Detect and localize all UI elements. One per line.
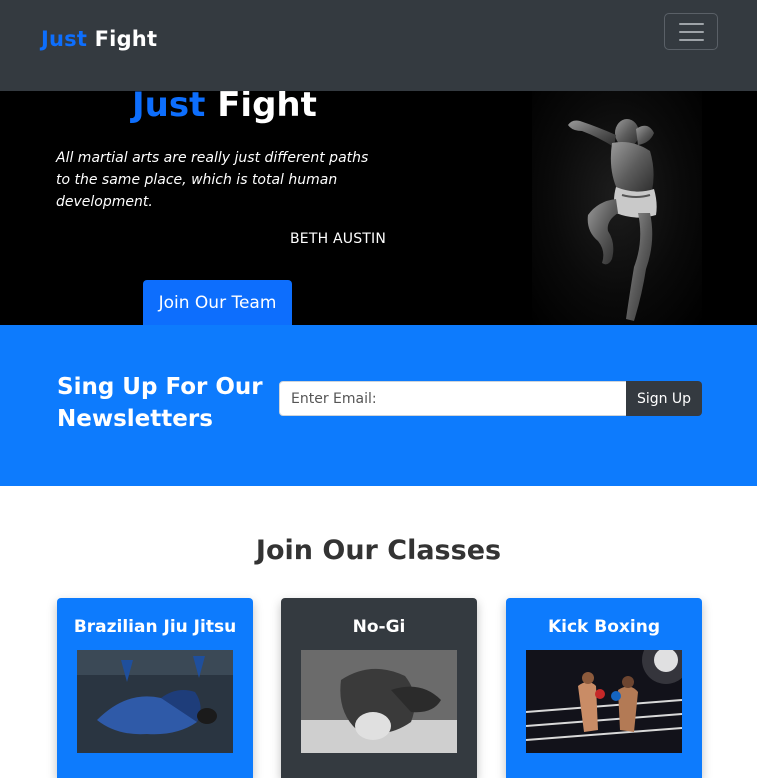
hamburger-icon: [679, 23, 704, 25]
grappling-photo-icon: [77, 650, 233, 753]
navbar-toggler-button[interactable]: [664, 13, 718, 50]
hamburger-icon: [679, 39, 704, 41]
hero-title-just: Just: [132, 91, 206, 125]
no-gi-photo-icon: [301, 650, 457, 753]
navbar: Just Fight: [0, 0, 757, 91]
class-card-bjj[interactable]: Brazilian Jiu Jitsu: [57, 598, 253, 778]
boxing-ring-photo-icon: [525, 636, 690, 753]
fighter-silhouette-icon: [568, 119, 657, 321]
fighter-image: [532, 91, 702, 325]
kick-boxing-class-image: [525, 636, 690, 753]
class-card-title: No-Gi: [352, 617, 406, 637]
no-gi-class-image: [301, 650, 457, 753]
bjj-class-image: [77, 650, 233, 753]
brand-logo[interactable]: Just Fight: [41, 27, 157, 51]
class-card-kick-boxing[interactable]: Kick Boxing: [506, 598, 702, 778]
class-card-no-gi[interactable]: No-Gi: [281, 598, 477, 778]
hero-section: Just Fight All martial arts are really j…: [0, 91, 757, 325]
classes-heading: Join Our Classes: [255, 535, 502, 566]
hero-quote: All martial arts are really just differe…: [56, 150, 369, 210]
class-card-title: Kick Boxing: [547, 617, 660, 637]
hero-title: Just Fight: [132, 91, 317, 125]
newsletter-title: Sing Up For Our Newsletters: [57, 374, 263, 432]
newsletter-section: Sing Up For Our Newsletters Sign Up: [0, 325, 757, 486]
quote-author: BETH AUSTIN: [290, 231, 387, 247]
join-our-team-button[interactable]: Join Our Team: [143, 280, 292, 325]
hero-title-fight: Fight: [217, 91, 317, 125]
brand-part-fight: Fight: [94, 27, 158, 51]
hamburger-icon: [679, 31, 704, 33]
brand-part-just: Just: [41, 27, 88, 51]
class-card-title: Brazilian Jiu Jitsu: [73, 617, 237, 637]
sign-up-button[interactable]: Sign Up: [626, 381, 702, 416]
email-input[interactable]: [279, 381, 627, 416]
